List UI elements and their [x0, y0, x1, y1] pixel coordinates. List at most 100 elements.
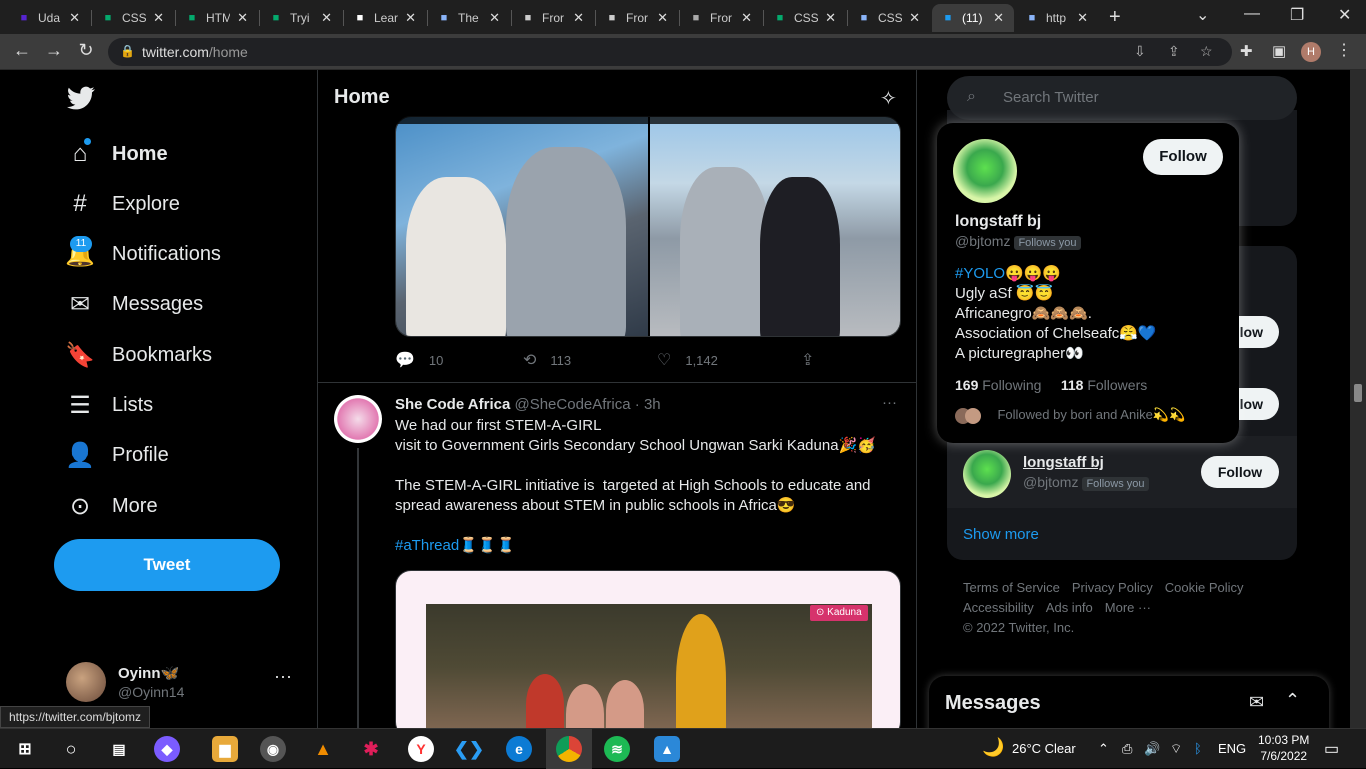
following-count-link[interactable]: 169 Following: [955, 377, 1041, 393]
weather-text[interactable]: 26°C Clear: [1012, 741, 1076, 756]
browser-tab[interactable]: ■ CSS ✕: [848, 4, 930, 32]
browser-tab[interactable]: ■ HTM ✕: [176, 4, 258, 32]
bio-hashtag[interactable]: #YOLO: [955, 265, 1005, 282]
tweet-author-avatar[interactable]: [334, 395, 382, 443]
chrome-icon[interactable]: [556, 736, 582, 762]
hovercard-follow-button[interactable]: Follow: [1143, 139, 1223, 175]
tweet-author-handle[interactable]: @SheCodeAfrica: [514, 396, 630, 413]
app-icon[interactable]: ◆: [154, 736, 180, 762]
media-player-icon[interactable]: ◉: [260, 736, 286, 762]
chevron-down-icon[interactable]: ⌄: [1196, 5, 1209, 25]
footer-link[interactable]: Cookie Policy: [1165, 580, 1244, 595]
like-action[interactable]: ♡ 1,142: [657, 350, 718, 370]
footer-link[interactable]: Privacy Policy: [1072, 580, 1153, 595]
nav-item-home[interactable]: ⌂ Home: [66, 134, 168, 174]
notification-center-icon[interactable]: ▭: [1324, 739, 1339, 759]
followed-by[interactable]: Followed by bori and Anike💫💫: [955, 407, 1185, 424]
browser-tab[interactable]: ■ CSS ✕: [764, 4, 846, 32]
nav-item-explore[interactable]: # Explore: [66, 184, 180, 224]
nav-item-lists[interactable]: ☰ Lists: [66, 386, 153, 426]
account-switcher[interactable]: Oyinn🦋 @Oyinn14 ···: [60, 658, 306, 708]
close-window-icon[interactable]: ✕: [1338, 5, 1351, 25]
bookmark-star-icon[interactable]: ☆: [1200, 43, 1213, 60]
browser-tab[interactable]: ■ Fror ✕: [512, 4, 594, 32]
taskbar-clock[interactable]: 10:03 PM 7/6/2022: [1258, 732, 1309, 764]
language-indicator[interactable]: ENG: [1218, 741, 1246, 756]
footer-link[interactable]: More ···: [1105, 600, 1151, 615]
browser-tab[interactable]: ■ http ✕: [1016, 4, 1098, 32]
close-tab-icon[interactable]: ✕: [741, 10, 752, 26]
share-action[interactable]: ⇪: [801, 350, 828, 370]
close-tab-icon[interactable]: ✕: [825, 10, 836, 26]
bluetooth-icon[interactable]: ᛒ: [1194, 741, 1202, 756]
tweet-time[interactable]: · 3h: [635, 396, 661, 413]
nav-item-more[interactable]: ⊙ More: [66, 486, 158, 526]
moon-weather-icon[interactable]: 🌙: [982, 737, 1004, 758]
user-avatar[interactable]: [963, 450, 1011, 498]
new-message-icon[interactable]: ✉: [1249, 692, 1264, 713]
reload-icon[interactable]: ↻: [74, 40, 98, 61]
followers-count-link[interactable]: 118 Followers: [1061, 377, 1147, 393]
edge-icon[interactable]: e: [506, 736, 532, 762]
scrollbar-thumb[interactable]: [1354, 384, 1362, 402]
retweet-action[interactable]: ⟲ 113: [523, 350, 571, 370]
page-scrollbar[interactable]: [1350, 70, 1366, 738]
hovercard-name[interactable]: longstaff bj: [955, 213, 1041, 231]
volume-icon[interactable]: 🔊: [1144, 741, 1160, 757]
nav-item-messages[interactable]: ✉ Messages: [66, 285, 203, 325]
new-tab-icon[interactable]: +: [1109, 6, 1121, 29]
photos-icon[interactable]: ▲: [654, 736, 680, 762]
browser-tab[interactable]: ■ CSS ✕: [92, 4, 174, 32]
chevron-up-icon[interactable]: ⌃: [1285, 690, 1300, 711]
slack-icon[interactable]: ✱: [358, 736, 384, 762]
search-input[interactable]: Search Twitter: [1003, 89, 1099, 106]
chevron-up-icon[interactable]: ⌃: [1098, 741, 1109, 757]
url-field[interactable]: 🔒 twitter.com/home ⇩ ⇪ ☆: [108, 38, 1232, 66]
close-tab-icon[interactable]: ✕: [153, 10, 164, 26]
browser-tab[interactable]: ■ (11) ✕: [932, 4, 1014, 32]
close-tab-icon[interactable]: ✕: [1077, 10, 1088, 26]
close-tab-icon[interactable]: ✕: [321, 10, 332, 26]
show-more-link[interactable]: Show more: [963, 526, 1039, 543]
maximize-icon[interactable]: ❐: [1290, 5, 1304, 25]
spotify-icon[interactable]: ≋: [604, 736, 630, 762]
who-to-follow-item[interactable]: longstaff bj @bjtomz Follows you Follow: [947, 436, 1297, 508]
footer-link[interactable]: Ads info: [1046, 600, 1093, 615]
reply-action[interactable]: 💬 10: [395, 350, 443, 370]
tweet-more-icon[interactable]: ···: [882, 394, 897, 411]
follow-button[interactable]: Follow: [1201, 456, 1279, 488]
extensions-icon[interactable]: ✚: [1240, 42, 1253, 60]
browser-tab[interactable]: ■ The ✕: [428, 4, 510, 32]
browser-tab[interactable]: ■ Lear ✕: [344, 4, 426, 32]
browser-menu-icon[interactable]: ⋮: [1336, 40, 1352, 60]
hashtag-link[interactable]: #aThread: [395, 537, 459, 554]
browser-tab[interactable]: ■ Fror ✕: [680, 4, 762, 32]
footer-link[interactable]: Terms of Service: [963, 580, 1060, 595]
sparkle-icon[interactable]: ✧: [880, 86, 897, 111]
close-tab-icon[interactable]: ✕: [69, 10, 80, 26]
tweet-author-name[interactable]: She Code Africa: [395, 396, 510, 413]
file-explorer-icon[interactable]: ▆: [212, 736, 238, 762]
wifi-icon[interactable]: ⌔: [1170, 741, 1182, 757]
search-circle-icon[interactable]: ○: [58, 736, 84, 762]
browser-tab[interactable]: ■ Tryi ✕: [260, 4, 342, 32]
tweet-photo-grid[interactable]: [395, 116, 901, 337]
close-tab-icon[interactable]: ✕: [657, 10, 668, 26]
account-more-icon[interactable]: ···: [274, 666, 292, 687]
tweet-button[interactable]: Tweet: [54, 539, 280, 591]
tweet-photo-2[interactable]: [650, 117, 900, 336]
browser-tab[interactable]: ■ Fror ✕: [596, 4, 678, 32]
windows-start-icon[interactable]: ⊞: [12, 736, 38, 762]
share-icon[interactable]: ⇪: [1168, 43, 1180, 60]
usb-icon[interactable]: ⎙: [1122, 741, 1132, 757]
nav-item-profile[interactable]: 👤 Profile: [65, 436, 169, 476]
hovercard-avatar[interactable]: [953, 139, 1017, 203]
browser-tab[interactable]: ■ Uda ✕: [8, 4, 90, 32]
close-tab-icon[interactable]: ✕: [573, 10, 584, 26]
yandex-icon[interactable]: Y: [408, 736, 434, 762]
tweet-media[interactable]: ⊙ Kaduna: [395, 570, 901, 738]
vscode-icon[interactable]: ❮❯: [454, 736, 484, 762]
close-tab-icon[interactable]: ✕: [237, 10, 248, 26]
close-tab-icon[interactable]: ✕: [405, 10, 416, 26]
nav-item-bookmarks[interactable]: 🔖 Bookmarks: [65, 335, 212, 375]
